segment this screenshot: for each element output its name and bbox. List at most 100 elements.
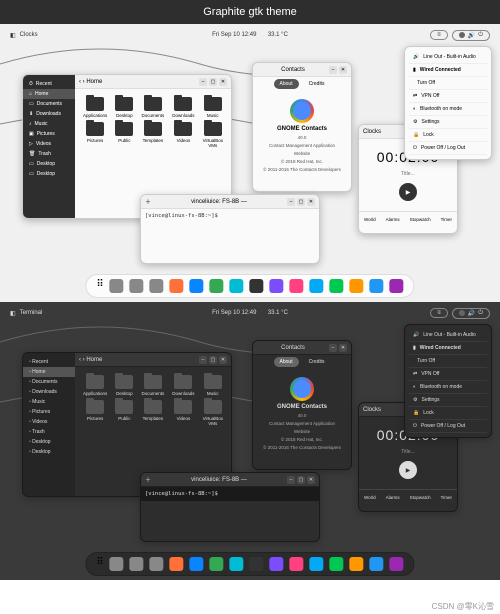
audio-output[interactable]: 🔊 Line Out - Built-in Audio: [409, 51, 487, 64]
topbar-clock[interactable]: Fri Sep 10 12:49 33.1 °C: [208, 28, 292, 42]
folder-virtualbox-vms[interactable]: VirtualBox VMs: [203, 400, 223, 426]
menu-row[interactable]: 🔒Lock: [409, 129, 487, 142]
apps-grid-icon[interactable]: ⠿: [96, 557, 103, 571]
tab-credits[interactable]: Credits: [303, 79, 331, 89]
menu-row[interactable]: ◐Bluetooth on mode: [409, 103, 487, 116]
topbar-status[interactable]: ≡🔊⏻: [426, 28, 494, 42]
apps-grid-icon[interactable]: ⠿: [96, 279, 103, 293]
dock-app[interactable]: [370, 279, 384, 293]
nav-stopwatch[interactable]: Stopwatch: [410, 495, 431, 500]
menu-row[interactable]: 🔒Lock: [409, 407, 487, 420]
dock-app[interactable]: [210, 557, 224, 571]
sidebar-item-downloads[interactable]: ⬇ Downloads: [23, 109, 75, 119]
dock-app[interactable]: [230, 557, 244, 571]
dock-app[interactable]: [330, 279, 344, 293]
dock-app[interactable]: [270, 557, 284, 571]
topbar-app[interactable]: ◧Clocks: [6, 28, 42, 42]
sidebar-item-desktop[interactable]: ▭ Desktop: [23, 159, 75, 169]
nav-alarms[interactable]: Alarms: [386, 217, 400, 222]
dock-app[interactable]: [370, 557, 384, 571]
sidebar-item-documents[interactable]: ▭ Documents: [23, 99, 75, 109]
dock-app[interactable]: [350, 557, 364, 571]
window-controls[interactable]: –✕: [329, 66, 347, 74]
folder-public[interactable]: Public: [115, 400, 133, 426]
nav-timer[interactable]: Timer: [441, 217, 452, 222]
window-controls[interactable]: –▢✕: [287, 476, 315, 484]
dock-app[interactable]: [130, 557, 144, 571]
menu-row[interactable]: ⇄VPN Off: [409, 90, 487, 103]
dock-app[interactable]: [150, 279, 164, 293]
dock-app[interactable]: [110, 279, 124, 293]
sidebar-item-trash[interactable]: 🗑 Trash: [23, 149, 75, 159]
menu-row[interactable]: ▮Wired Connected: [409, 64, 487, 77]
folder-downloads[interactable]: Downloads: [172, 375, 194, 396]
dock-app[interactable]: [250, 279, 264, 293]
sidebar-item[interactable]: ▫ Desktop: [23, 437, 75, 447]
sidebar-item[interactable]: ▫ Home: [23, 367, 75, 377]
nav-alarms[interactable]: Alarms: [386, 495, 400, 500]
menu-row[interactable]: ⚙Settings: [409, 116, 487, 129]
dock-app[interactable]: [230, 279, 244, 293]
topbar-clock[interactable]: Fri Sep 10 12:49 33.1 °C: [208, 306, 292, 320]
timer-title[interactable]: Title...: [401, 449, 414, 455]
folder-applications[interactable]: Applications: [83, 97, 107, 118]
menu-row[interactable]: ⇄VPN Off: [409, 368, 487, 381]
dock-app[interactable]: [150, 557, 164, 571]
folder-documents[interactable]: Documents: [142, 97, 165, 118]
sidebar-item-videos[interactable]: ▷ Videos: [23, 139, 75, 149]
sidebar-item[interactable]: ▫ Trash: [23, 427, 75, 437]
sidebar-item[interactable]: ▫ Music: [23, 397, 75, 407]
dock-app[interactable]: [350, 279, 364, 293]
about-site-link[interactable]: Website: [294, 151, 310, 156]
folder-desktop[interactable]: Desktop: [115, 375, 133, 396]
dock-app[interactable]: [210, 279, 224, 293]
sidebar-item-home[interactable]: ⌂ Home: [23, 89, 75, 99]
dock-app[interactable]: [130, 279, 144, 293]
folder-templates[interactable]: Templates: [142, 122, 165, 148]
sidebar-item[interactable]: ▫ Videos: [23, 417, 75, 427]
timer-title[interactable]: Title...: [401, 171, 414, 177]
dock-app[interactable]: [190, 279, 204, 293]
about-site-link[interactable]: Website: [294, 429, 310, 434]
folder-videos[interactable]: Videos: [172, 400, 194, 426]
sidebar-item[interactable]: ▫ Recent: [23, 357, 75, 367]
sidebar-item-desktop2[interactable]: ▭ Desktop: [23, 169, 75, 179]
play-button[interactable]: ▶: [399, 461, 417, 479]
sidebar-item-pictures[interactable]: ▣ Pictures: [23, 129, 75, 139]
sidebar-item[interactable]: ▫ Documents: [23, 377, 75, 387]
window-controls[interactable]: –▢✕: [199, 78, 227, 86]
folder-pictures[interactable]: Pictures: [83, 400, 107, 426]
dock-app[interactable]: [310, 557, 324, 571]
menu-row[interactable]: ▮Wired Connected: [409, 342, 487, 355]
menu-row[interactable]: Turn Off: [409, 77, 487, 90]
terminal-body[interactable]: [vince@linux-fs-8B:~]$: [141, 487, 319, 501]
dock-app[interactable]: [330, 557, 344, 571]
sidebar-item[interactable]: ▫ Desktop: [23, 447, 75, 457]
nav-timer[interactable]: Timer: [441, 495, 452, 500]
window-controls[interactable]: –▢✕: [199, 356, 227, 364]
folder-public[interactable]: Public: [115, 122, 133, 148]
dock-app[interactable]: [110, 557, 124, 571]
dock-app[interactable]: [290, 279, 304, 293]
menu-row[interactable]: ⚙Settings: [409, 394, 487, 407]
sidebar-item[interactable]: ▫ Downloads: [23, 387, 75, 397]
nav-world[interactable]: World: [364, 495, 376, 500]
folder-pictures[interactable]: Pictures: [83, 122, 107, 148]
window-controls[interactable]: –✕: [329, 344, 347, 352]
dock-app[interactable]: [290, 557, 304, 571]
dock-app[interactable]: [310, 279, 324, 293]
nav-world[interactable]: World: [364, 217, 376, 222]
tab-about[interactable]: About: [274, 357, 299, 367]
dock-app[interactable]: [270, 279, 284, 293]
folder-downloads[interactable]: Downloads: [172, 97, 194, 118]
folder-virtualbox-vms[interactable]: VirtualBox VMs: [203, 122, 223, 148]
dock-app[interactable]: [390, 557, 404, 571]
menu-row[interactable]: ◐Bluetooth on mode: [409, 381, 487, 394]
dock-app[interactable]: [170, 557, 184, 571]
folder-music[interactable]: Music: [203, 375, 223, 396]
nav-stopwatch[interactable]: Stopwatch: [410, 217, 431, 222]
sidebar-item-music[interactable]: ♪ Music: [23, 119, 75, 129]
play-button[interactable]: ▶: [399, 183, 417, 201]
menu-row[interactable]: ⏻Power Off / Log Out: [409, 142, 487, 155]
topbar-app[interactable]: ◧Terminal: [6, 306, 46, 320]
